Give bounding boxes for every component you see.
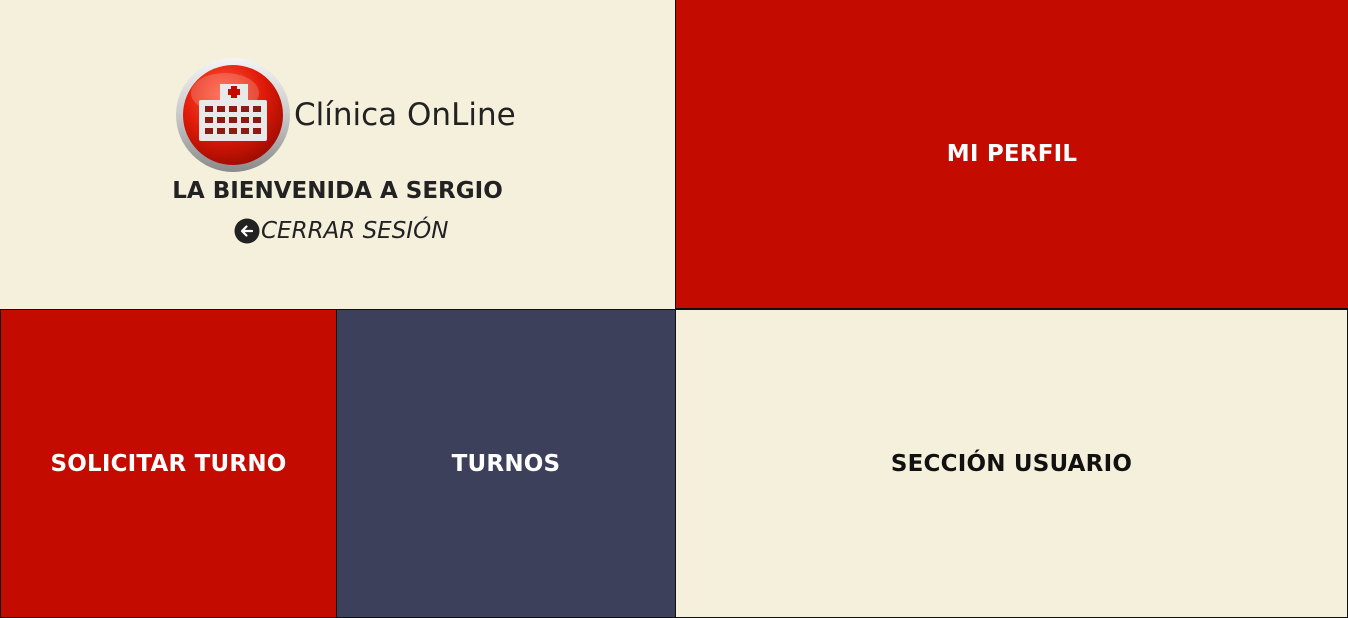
turnos-tile[interactable]: TURNOS — [337, 309, 675, 618]
header-panel: Clínica OnLine LA BIENVENIDA A SERGIO CE… — [0, 0, 675, 309]
brand: Clínica OnLine — [175, 57, 516, 173]
solicitar-turno-label: SOLICITAR TURNO — [50, 450, 287, 477]
logout-button[interactable]: CERRAR SESIÓN — [234, 218, 448, 244]
dashboard-grid: Clínica OnLine LA BIENVENIDA A SERGIO CE… — [0, 0, 1348, 618]
mi-perfil-label: MI PERFIL — [946, 141, 1078, 167]
mi-perfil-tile[interactable]: MI PERFIL — [675, 0, 1348, 309]
arrow-left-circle-icon — [234, 218, 260, 244]
turnos-label: TURNOS — [451, 450, 561, 477]
solicitar-turno-tile[interactable]: SOLICITAR TURNO — [0, 309, 337, 618]
logout-label: CERRAR SESIÓN — [261, 218, 449, 244]
app-title: Clínica OnLine — [294, 97, 516, 133]
seccion-usuario-label: SECCIÓN USUARIO — [890, 450, 1133, 477]
hospital-icon — [176, 58, 290, 172]
welcome-message: LA BIENVENIDA A SERGIO — [172, 178, 503, 204]
seccion-usuario-tile[interactable]: SECCIÓN USUARIO — [675, 309, 1348, 618]
